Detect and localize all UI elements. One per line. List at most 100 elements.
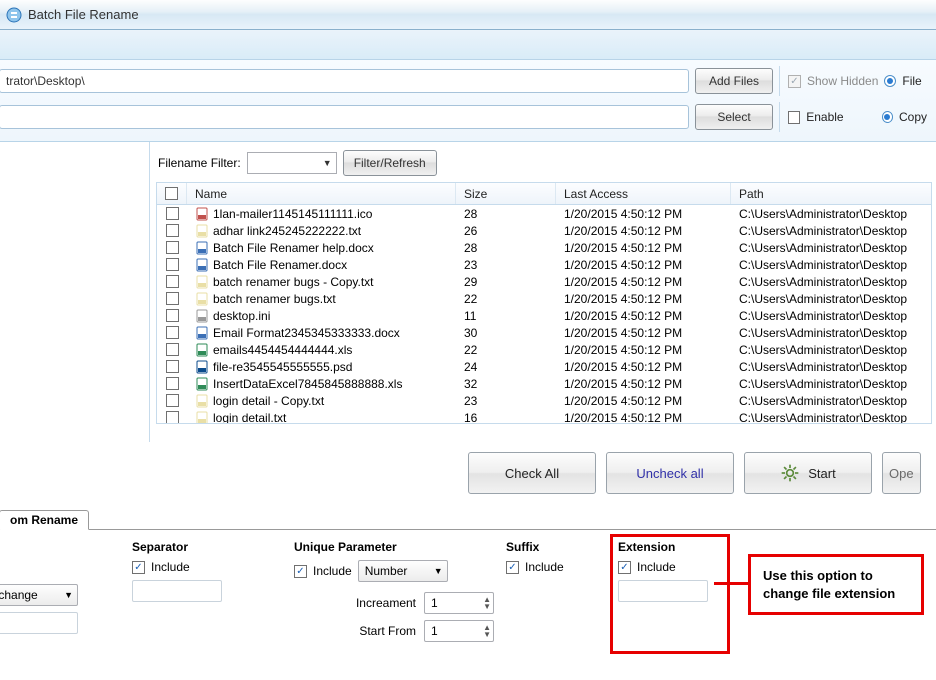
row-checkbox[interactable]: [166, 377, 179, 390]
col-size[interactable]: Size: [456, 183, 556, 204]
app-title: Batch File Rename: [28, 7, 139, 22]
check-all-button[interactable]: Check All: [468, 452, 596, 494]
callout-tip: Use this option to change file extension: [748, 554, 924, 615]
file-last-access: 1/20/2015 4:50:12 PM: [556, 292, 731, 306]
file-size: 32: [456, 377, 556, 391]
suffix-title: Suffix: [506, 540, 606, 554]
file-name: login detail - Copy.txt: [213, 394, 324, 408]
separator-textbox[interactable]: [132, 580, 222, 602]
group-prefix: lame ve Unchange▼: [0, 540, 120, 680]
file-path: C:\Users\Administrator\Desktop: [731, 326, 931, 340]
increment-label: Increament: [356, 596, 416, 610]
tab-custom-rename[interactable]: om Rename: [0, 510, 89, 530]
file-icon: [195, 275, 209, 289]
row-checkbox[interactable]: [166, 258, 179, 271]
col-name[interactable]: Name: [187, 183, 456, 204]
file-last-access: 1/20/2015 4:50:12 PM: [556, 207, 731, 221]
row-checkbox[interactable]: [166, 343, 179, 356]
file-name: 1lan-mailer1145145111111.ico: [213, 207, 372, 221]
file-size: 24: [456, 360, 556, 374]
row-checkbox[interactable]: [166, 275, 179, 288]
col-path[interactable]: Path: [731, 183, 931, 204]
table-row[interactable]: Batch File Renamer.docx231/20/2015 4:50:…: [157, 256, 931, 273]
table-row[interactable]: login detail.txt161/20/2015 4:50:12 PMC:…: [157, 409, 931, 424]
row-checkbox[interactable]: [166, 241, 179, 254]
copy-radio-label: Copy: [899, 110, 927, 124]
suffix-include-checkbox[interactable]: ✓: [506, 561, 519, 574]
file-name: Batch File Renamer.docx: [213, 258, 347, 272]
file-radio[interactable]: [884, 75, 896, 87]
row-checkbox[interactable]: [166, 411, 179, 424]
header-checkbox[interactable]: [165, 187, 178, 200]
file-size: 16: [456, 411, 556, 425]
row-checkbox[interactable]: [166, 326, 179, 339]
row-checkbox[interactable]: [166, 309, 179, 322]
start-button[interactable]: Start: [744, 452, 872, 494]
table-row[interactable]: desktop.ini111/20/2015 4:50:12 PMC:\User…: [157, 307, 931, 324]
table-row[interactable]: Batch File Renamer help.docx281/20/2015 …: [157, 239, 931, 256]
toolbar-stripe: [0, 30, 936, 60]
prefix-mode-select[interactable]: ve Unchange▼: [0, 584, 78, 606]
file-icon: [195, 309, 209, 323]
table-row[interactable]: file-re3545545555555.psd241/20/2015 4:50…: [157, 358, 931, 375]
unique-include-label: Include: [313, 564, 352, 578]
copy-radio[interactable]: [882, 111, 893, 123]
source-path-input[interactable]: [0, 69, 689, 93]
table-row[interactable]: emails4454454444444.xls221/20/2015 4:50:…: [157, 341, 931, 358]
file-last-access: 1/20/2015 4:50:12 PM: [556, 224, 731, 238]
show-hidden-label: Show Hidden: [807, 74, 878, 88]
table-row[interactable]: batch renamer bugs - Copy.txt291/20/2015…: [157, 273, 931, 290]
file-size: 23: [456, 258, 556, 272]
increment-spinner[interactable]: 1 ▲▼: [424, 592, 494, 614]
row-checkbox[interactable]: [166, 394, 179, 407]
show-hidden-checkbox[interactable]: ✓: [788, 75, 801, 88]
startfrom-spinner[interactable]: 1 ▲▼: [424, 620, 494, 642]
uncheck-all-button[interactable]: Uncheck all: [606, 452, 734, 494]
extension-title: Extension: [618, 540, 728, 554]
file-path: C:\Users\Administrator\Desktop: [731, 360, 931, 374]
table-row[interactable]: adhar link245245222222.txt 261/20/2015 4:…: [157, 222, 931, 239]
filter-combo[interactable]: ▼: [247, 152, 337, 174]
file-size: 26: [456, 224, 556, 238]
unique-type-select[interactable]: Number▼: [358, 560, 448, 582]
file-radio-label: File: [902, 74, 921, 88]
separator-title: Separator: [132, 540, 282, 554]
select-button[interactable]: Select: [695, 104, 773, 130]
file-size: 28: [456, 207, 556, 221]
add-files-button[interactable]: Add Files: [695, 68, 773, 94]
prefix-textbox[interactable]: [0, 612, 78, 634]
table-row[interactable]: 1lan-mailer1145145111111.ico 281/20/2015 …: [157, 205, 931, 222]
file-path: C:\Users\Administrator\Desktop: [731, 394, 931, 408]
row-checkbox[interactable]: [166, 292, 179, 305]
gear-icon: [780, 463, 800, 483]
file-name: adhar link245245222222.txt: [213, 224, 361, 238]
file-icon: [195, 241, 209, 255]
table-row[interactable]: login detail - Copy.txt231/20/2015 4:50:…: [157, 392, 931, 409]
unique-include-checkbox[interactable]: ✓: [294, 565, 307, 578]
table-row[interactable]: batch renamer bugs.txt221/20/2015 4:50:1…: [157, 290, 931, 307]
row-checkbox[interactable]: [166, 224, 179, 237]
open-button[interactable]: Ope: [882, 452, 921, 494]
file-last-access: 1/20/2015 4:50:12 PM: [556, 241, 731, 255]
extension-textbox[interactable]: [618, 580, 708, 602]
left-panel: [0, 142, 150, 442]
separator-include-checkbox[interactable]: ✓: [132, 561, 145, 574]
file-icon: [195, 360, 209, 374]
file-name: InsertDataExcel7845845888888.xls: [213, 377, 402, 391]
table-row[interactable]: Email Format2345345333333.docx301/20/201…: [157, 324, 931, 341]
dest-path-input[interactable]: [0, 105, 689, 129]
file-path: C:\Users\Administrator\Desktop: [731, 258, 931, 272]
col-last-access[interactable]: Last Access: [556, 183, 731, 204]
extension-include-checkbox[interactable]: ✓: [618, 561, 631, 574]
file-name: file-re3545545555555.psd: [213, 360, 352, 374]
filter-refresh-button[interactable]: Filter/Refresh: [343, 150, 437, 176]
table-row[interactable]: InsertDataExcel7845845888888.xls321/20/2…: [157, 375, 931, 392]
path-rows: Add Files ✓ Show Hidden File Select Enab…: [0, 60, 936, 142]
row-checkbox[interactable]: [166, 207, 179, 220]
file-last-access: 1/20/2015 4:50:12 PM: [556, 275, 731, 289]
file-size: 22: [456, 292, 556, 306]
file-name: login detail.txt: [213, 411, 286, 425]
row-checkbox[interactable]: [166, 360, 179, 373]
enable-checkbox[interactable]: [788, 111, 800, 124]
file-path: C:\Users\Administrator\Desktop: [731, 343, 931, 357]
